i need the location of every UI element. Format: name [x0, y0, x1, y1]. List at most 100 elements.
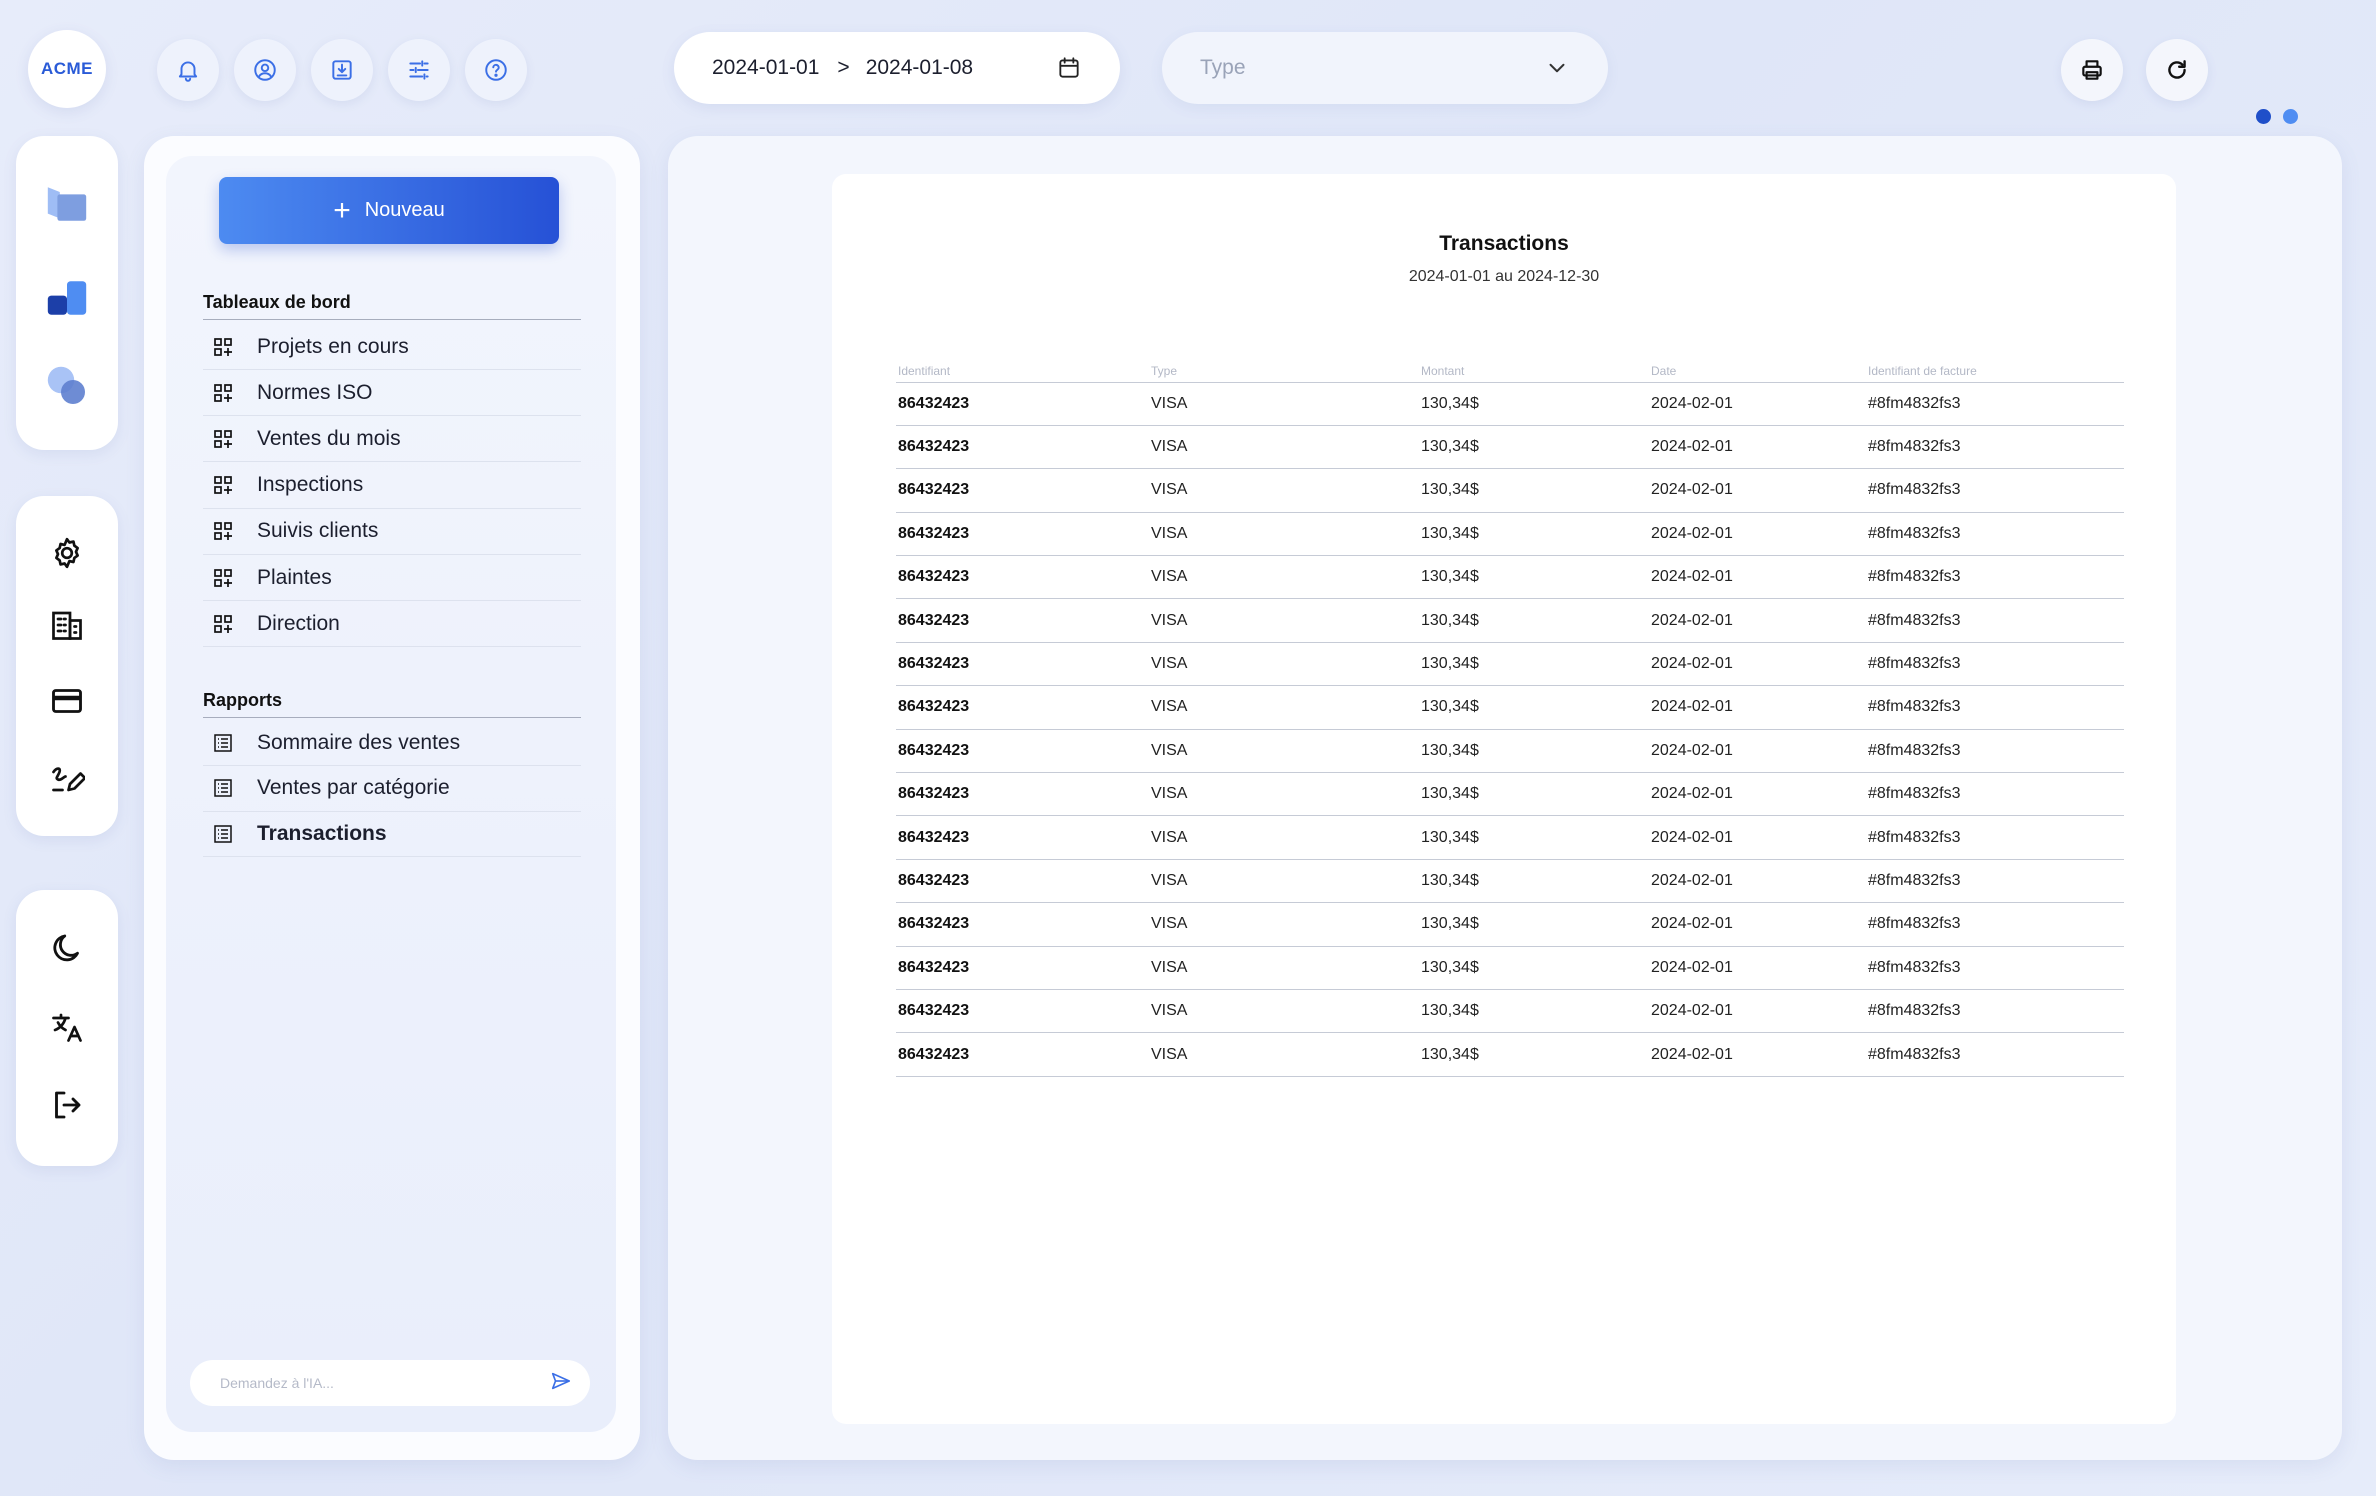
- table-row[interactable]: 86432423 VISA 130,34$ 2024-02-01 #8fm4832fs3: [896, 946, 2124, 990]
- table-row[interactable]: 86432423 VISA 130,34$ 2024-02-01 #8fm4832fs3: [896, 468, 2124, 513]
- print-icon: [2082, 60, 2102, 80]
- rail-item-dashboards[interactable]: [16, 274, 118, 322]
- logout-icon: [55, 1091, 81, 1119]
- table-row[interactable]: 86432423 VISA 130,34$ 2024-02-01 #8fm4832fs3: [896, 772, 2124, 817]
- table-cell: 130,34$: [1419, 815, 1649, 860]
- column-header: Identifiant: [896, 356, 1149, 383]
- sidebar-item-ventes-par-categorie[interactable]: Ventes par catégorie: [203, 766, 581, 812]
- table-row[interactable]: 86432423 VISA 130,34$ 2024-02-01 #8fm4832fs3: [896, 729, 2124, 774]
- table-row[interactable]: 86432423 VISA 130,34$ 2024-02-01 #8fm4832fs3: [896, 642, 2124, 687]
- table-cell: #8fm4832fs3: [1866, 382, 2124, 426]
- table-cell: 2024-02-01: [1649, 468, 1866, 513]
- column-header: Montant: [1419, 356, 1649, 383]
- sidebar-item-plaintes[interactable]: Plaintes: [203, 555, 581, 601]
- plus-icon: +: [333, 193, 351, 227]
- table-cell: 2024-02-01: [1649, 729, 1866, 774]
- date-range-picker[interactable]: 2024-01-01 > 2024-01-08: [674, 32, 1120, 104]
- table-cell: 130,34$: [1419, 946, 1649, 990]
- rail-item-billing[interactable]: [16, 683, 118, 719]
- rail-item-logout[interactable]: [16, 1087, 118, 1123]
- sidebar-item-inspections[interactable]: Inspections: [203, 463, 581, 509]
- sidebar-item-transactions[interactable]: Transactions: [203, 811, 581, 857]
- table-cell: #8fm4832fs3: [1866, 598, 2124, 643]
- table-cell: 2024-02-01: [1649, 425, 1866, 470]
- table-row[interactable]: 86432423 VISA 130,34$ 2024-02-01 #8fm4832fs3: [896, 598, 2124, 643]
- table-cell: 130,34$: [1419, 425, 1649, 470]
- table-row[interactable]: 86432423 VISA 130,34$ 2024-02-01 #8fm4832fs3: [896, 989, 2124, 1034]
- table-cell: 130,34$: [1419, 685, 1649, 730]
- sidebar-item-normes-iso[interactable]: Normes ISO: [203, 370, 581, 417]
- bell-icon: [178, 61, 198, 82]
- table-cell: 130,34$: [1419, 989, 1649, 1034]
- table-cell: VISA: [1149, 1032, 1419, 1077]
- rail-item-projects[interactable]: [16, 180, 118, 228]
- print-button[interactable]: [2061, 39, 2123, 101]
- rail-item-settings[interactable]: [16, 535, 118, 571]
- ai-chat-input[interactable]: [220, 1375, 550, 1391]
- sidebar-item-label: Suivis clients: [257, 519, 379, 543]
- table-cell: #8fm4832fs3: [1866, 902, 2124, 947]
- credit-card-icon: [52, 689, 82, 713]
- rail-item-editor[interactable]: [16, 760, 118, 796]
- new-button[interactable]: + Nouveau: [219, 177, 559, 244]
- sidebar-item-ventes-du-mois[interactable]: Ventes du mois: [203, 416, 581, 463]
- dashboard-grid-icon: [203, 429, 247, 449]
- dashboards-section-title: Tableaux de bord: [203, 292, 581, 320]
- table-cell: #8fm4832fs3: [1866, 989, 2124, 1034]
- profile-button[interactable]: [234, 39, 296, 101]
- rail-item-dark-mode[interactable]: [16, 930, 118, 966]
- calendar-icon[interactable]: [1056, 55, 1082, 81]
- table-cell: #8fm4832fs3: [1866, 512, 2124, 557]
- rail-item-company[interactable]: [16, 607, 118, 643]
- sidebar-item-projets-en-cours[interactable]: Projets en cours: [203, 324, 581, 370]
- table-cell: VISA: [1149, 859, 1419, 904]
- send-button[interactable]: [550, 1370, 572, 1397]
- table-cell: 86432423: [896, 946, 1149, 990]
- type-placeholder: Type: [1200, 56, 1246, 79]
- dashboard-grid-icon: [203, 475, 247, 495]
- table-row[interactable]: 86432423 VISA 130,34$ 2024-02-01 #8fm4832fs3: [896, 555, 2124, 600]
- table-row[interactable]: 86432423 VISA 130,34$ 2024-02-01 #8fm4832fs3: [896, 859, 2124, 904]
- rail-item-analytics[interactable]: [16, 362, 118, 410]
- table-cell: 2024-02-01: [1649, 772, 1866, 817]
- sidebar-item-label: Inspections: [257, 473, 364, 497]
- table-cell: VISA: [1149, 598, 1419, 643]
- report-list-icon: [203, 733, 247, 753]
- notifications-button[interactable]: [157, 39, 219, 101]
- circles-icon: [47, 366, 85, 404]
- table-cell: VISA: [1149, 382, 1419, 426]
- refresh-button[interactable]: [2146, 39, 2208, 101]
- rail-item-language[interactable]: [16, 1009, 118, 1045]
- table-row[interactable]: 86432423 VISA 130,34$ 2024-02-01 #8fm4832fs3: [896, 902, 2124, 947]
- table-cell: VISA: [1149, 425, 1419, 470]
- sidebar-item-suivis-clients[interactable]: Suivis clients: [203, 509, 581, 555]
- help-button[interactable]: [465, 39, 527, 101]
- table-row[interactable]: 86432423 VISA 130,34$ 2024-02-01 #8fm4832fs3: [896, 425, 2124, 470]
- table-row[interactable]: 86432423 VISA 130,34$ 2024-02-01 #8fm4832fs3: [896, 1032, 2124, 1077]
- sliders-icon: [409, 60, 429, 80]
- sidebar-item-direction[interactable]: Direction: [203, 601, 581, 648]
- table-row[interactable]: 86432423 VISA 130,34$ 2024-02-01 #8fm4832fs3: [896, 382, 2124, 426]
- sidebar-item-label: Ventes du mois: [257, 426, 401, 450]
- table-row[interactable]: 86432423 VISA 130,34$ 2024-02-01 #8fm4832fs3: [896, 815, 2124, 860]
- table-row[interactable]: 86432423 VISA 130,34$ 2024-02-01 #8fm4832fs3: [896, 512, 2124, 557]
- filters-button[interactable]: [388, 39, 450, 101]
- page-dot-active[interactable]: [2256, 109, 2271, 124]
- table-cell: 130,34$: [1419, 468, 1649, 513]
- column-header: Identifiant de facture: [1866, 356, 2124, 383]
- ai-chat-box: [190, 1360, 590, 1406]
- acme-logo[interactable]: ACME: [28, 30, 106, 108]
- table-cell: 86432423: [896, 1032, 1149, 1077]
- type-select[interactable]: Type: [1162, 32, 1608, 104]
- page-dot[interactable]: [2283, 109, 2298, 124]
- table-cell: 2024-02-01: [1649, 946, 1866, 990]
- sidebar-item-label: Normes ISO: [257, 380, 373, 404]
- translate-icon: [52, 1013, 82, 1042]
- table-row[interactable]: 86432423 VISA 130,34$ 2024-02-01 #8fm4832fs3: [896, 685, 2124, 730]
- gear-icon: [55, 537, 79, 569]
- sidebar-item-sommaire-des-ventes[interactable]: Sommaire des ventes: [203, 720, 581, 766]
- download-icon: [332, 60, 352, 80]
- table-cell: #8fm4832fs3: [1866, 685, 2124, 730]
- download-button[interactable]: [311, 39, 373, 101]
- date-start: 2024-01-01: [712, 56, 820, 79]
